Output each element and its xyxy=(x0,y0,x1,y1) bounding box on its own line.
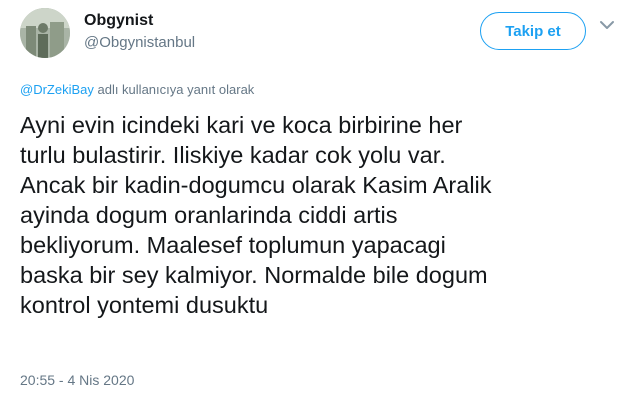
display-name[interactable]: Obgynist xyxy=(84,12,153,30)
tweet-text: Ayni evin icindeki kari ve koca birbirin… xyxy=(20,112,492,318)
user-handle[interactable]: @Obgynistanbul xyxy=(84,34,195,51)
reply-context-text: adlı kullanıcıya yanıt olarak xyxy=(93,82,255,97)
chevron-down-icon[interactable] xyxy=(598,18,616,32)
reply-mention-link[interactable]: @DrZekiBay xyxy=(20,82,94,97)
follow-button[interactable]: Takip et xyxy=(480,12,586,50)
avatar[interactable] xyxy=(20,8,70,58)
avatar-image xyxy=(20,8,70,58)
tweet-timestamp[interactable]: 20:55 - 4 Nis 2020 xyxy=(20,372,134,388)
tweet-card: Obgynist @Obgynistanbul Takip et @DrZeki… xyxy=(0,0,635,400)
reply-context: @DrZekiBay adlı kullanıcıya yanıt olarak xyxy=(20,82,254,97)
